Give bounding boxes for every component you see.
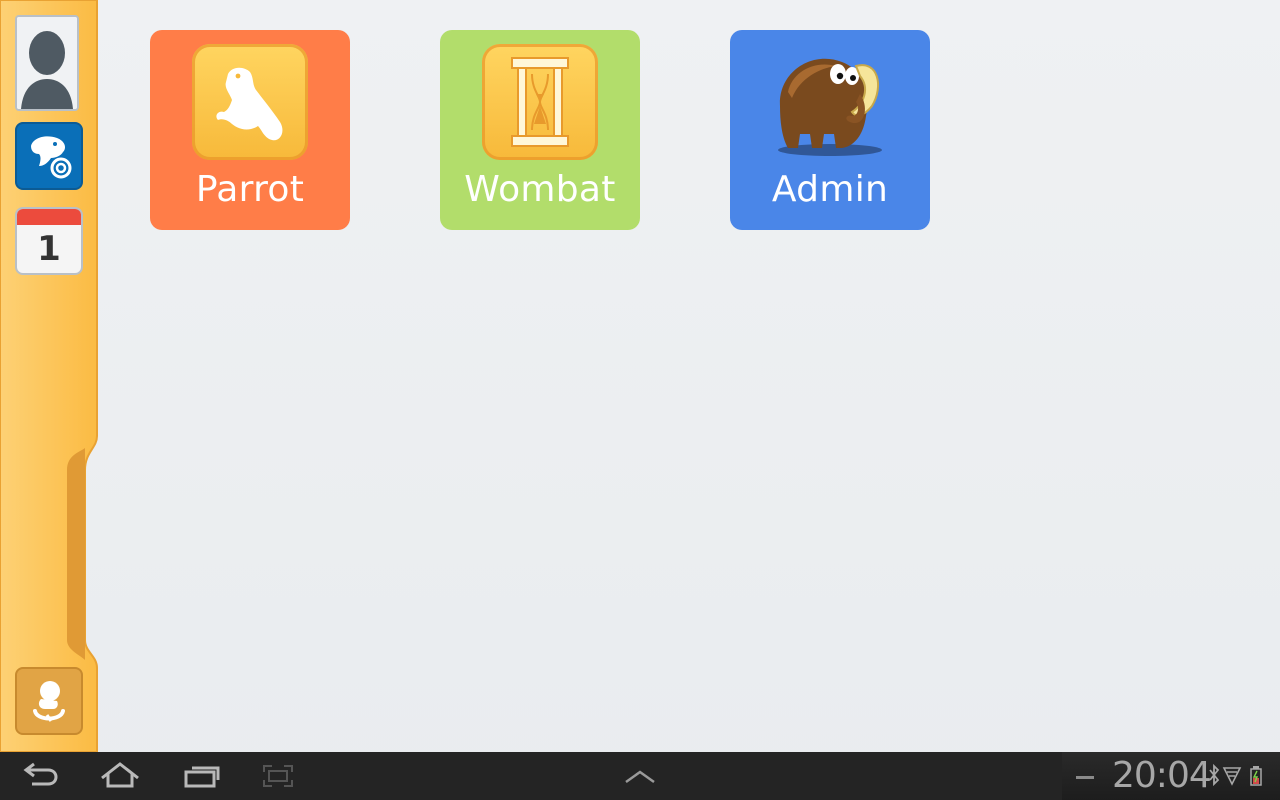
sidebar: 1 <box>0 0 100 752</box>
home-icon <box>101 762 139 788</box>
chevron-up-icon <box>625 770 655 784</box>
mammoth-icon <box>760 42 900 162</box>
calendar-icon <box>17 209 81 225</box>
sidebar-background <box>0 0 98 752</box>
calendar-day: 1 <box>37 229 61 269</box>
screenshot-icon <box>263 765 293 787</box>
app-tile-admin[interactable]: Admin <box>730 30 930 230</box>
back-button[interactable] <box>18 760 62 792</box>
app-label: Wombat <box>464 169 616 210</box>
app-label: Admin <box>771 169 889 210</box>
status-area[interactable]: 20:04 <box>1062 752 1280 800</box>
minus-icon <box>1076 776 1094 779</box>
user-silhouette-icon <box>17 17 77 109</box>
hourglass-icon <box>482 44 598 160</box>
parrot-icon <box>31 136 72 179</box>
parrot-shortcut-button[interactable] <box>15 122 83 190</box>
wifi-icon <box>1222 767 1242 786</box>
recent-apps-icon <box>184 766 220 788</box>
calendar-button[interactable]: 1 <box>15 207 83 275</box>
voice-button[interactable] <box>15 667 83 735</box>
bluetooth-icon <box>1209 763 1220 787</box>
app-tile-wombat[interactable]: Wombat <box>440 30 640 230</box>
home-button[interactable] <box>98 760 142 792</box>
voice-icon <box>33 681 65 722</box>
battery-icon <box>1250 766 1262 786</box>
app-drawer-button[interactable] <box>618 760 662 792</box>
back-icon <box>23 762 58 786</box>
system-navbar: 20:04 <box>0 752 1280 800</box>
profile-button[interactable] <box>15 15 79 111</box>
screenshot-button[interactable] <box>256 760 300 792</box>
recent-apps-button[interactable] <box>180 760 224 792</box>
clock: 20:04 <box>1112 755 1212 796</box>
app-tile-parrot[interactable]: Parrot <box>150 30 350 230</box>
parrot-icon <box>192 44 308 160</box>
app-label: Parrot <box>195 169 305 210</box>
